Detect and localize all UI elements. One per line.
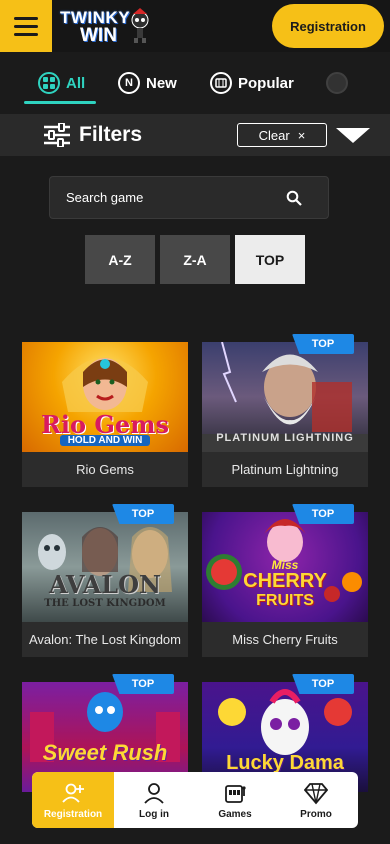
menu-button[interactable]: [0, 0, 52, 52]
tab-all[interactable]: All: [38, 68, 85, 98]
logo-line2: WIN: [80, 25, 117, 46]
game-thumbnail: Miss CHERRY FRUITS: [202, 512, 368, 622]
nav-registration[interactable]: Registration: [32, 772, 114, 828]
sort-a-z-button[interactable]: A-Z: [85, 235, 155, 284]
game-card-miss-cherry-fruits[interactable]: Miss CHERRY FRUITS TOP Miss Cherry Fruit…: [202, 504, 368, 657]
thumb-title-sweet-rush: Sweet Rush: [42, 740, 168, 765]
search-box: [49, 176, 329, 219]
thumb-sub-rio: HOLD AND WIN: [60, 435, 150, 446]
hamburger-icon: [14, 16, 38, 20]
thumb-title-cherry: CHERRY: [243, 570, 327, 592]
clear-label: Clear: [258, 127, 290, 143]
slot-machine-icon: [225, 784, 246, 803]
game-title: Platinum Lightning: [202, 452, 368, 487]
new-icon: N: [118, 72, 140, 94]
tab-active-indicator: [24, 101, 96, 104]
tab-popular-label: Popular: [238, 74, 294, 92]
search-icon[interactable]: [286, 190, 302, 206]
nav-games-label: Games: [218, 808, 252, 820]
top-badge: TOP: [112, 674, 174, 694]
more-tab-icon: [326, 72, 348, 94]
nav-promo[interactable]: Promo: [276, 772, 356, 828]
user-icon: [144, 782, 164, 804]
game-title: Miss Cherry Fruits: [202, 622, 368, 657]
logo[interactable]: TWINKY WIN: [58, 4, 158, 48]
filter-sliders-icon: [44, 123, 70, 147]
top-header: TWINKY WIN Registration: [0, 0, 390, 52]
top-badge: TOP: [292, 334, 354, 354]
search-input[interactable]: [66, 190, 266, 205]
top-badge: TOP: [292, 674, 354, 694]
sort-top-button[interactable]: TOP: [235, 235, 305, 284]
popular-icon: [210, 72, 232, 94]
game-thumbnail: Rio Gems HOLD AND WIN: [22, 342, 188, 452]
nav-promo-label: Promo: [300, 808, 332, 820]
thumb-title-avalon: AVALON: [49, 570, 161, 599]
nav-registration-label: Registration: [43, 808, 103, 820]
add-user-icon: [62, 783, 84, 803]
filters-bar: Filters Clear ×: [0, 114, 390, 156]
nav-login[interactable]: Log in: [114, 772, 194, 828]
nav-login-label: Log in: [139, 808, 169, 820]
thumb-sub-avalon: THE LOST KINGDOM: [44, 598, 166, 609]
mascot-icon: [131, 8, 149, 43]
chevron-down-icon[interactable]: [336, 128, 370, 143]
tab-new[interactable]: N New: [118, 68, 177, 98]
category-tabs: All N New Popular: [0, 52, 390, 114]
thumb-sub-cherry: FRUITS: [256, 592, 314, 609]
game-card-avalon[interactable]: AVALON THE LOST KINGDOM TOP Avalon: The …: [22, 504, 188, 657]
top-badge: TOP: [112, 504, 174, 524]
game-thumbnail: PLATINUM LIGHTNING: [202, 342, 368, 452]
sort-z-a-button[interactable]: Z-A: [160, 235, 230, 284]
tab-all-label: All: [66, 74, 86, 92]
game-card-platinum-lightning[interactable]: PLATINUM LIGHTNING TOP Platinum Lightnin…: [202, 334, 368, 487]
diamond-icon: [304, 782, 328, 804]
tab-new-label: New: [146, 74, 177, 92]
close-icon: ×: [297, 127, 306, 143]
game-title: Avalon: The Lost Kingdom: [22, 622, 188, 657]
bottom-navigation: Registration Log in Games Promo: [32, 772, 358, 828]
game-card-rio-gems[interactable]: Rio Gems HOLD AND WIN Rio Gems: [22, 342, 188, 487]
game-thumbnail: AVALON THE LOST KINGDOM: [22, 512, 188, 622]
tab-popular[interactable]: Popular: [210, 68, 294, 98]
thumb-title-platinum: PLATINUM LIGHTNING: [216, 432, 354, 444]
filters-title: Filters: [79, 123, 143, 146]
top-badge: TOP: [292, 504, 354, 524]
game-title: Rio Gems: [22, 452, 188, 487]
nav-games[interactable]: Games: [195, 772, 275, 828]
registration-button[interactable]: Registration: [272, 4, 384, 48]
clear-filters-button[interactable]: Clear ×: [237, 123, 327, 147]
tab-more[interactable]: [326, 68, 348, 98]
grid-icon: [38, 72, 60, 94]
